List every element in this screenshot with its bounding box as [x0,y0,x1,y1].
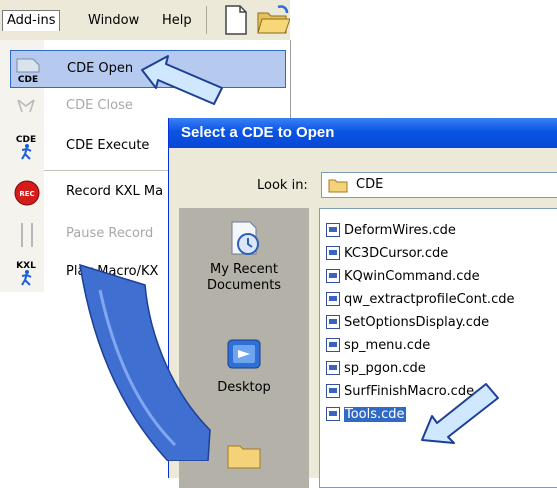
cde-file-icon [326,338,340,352]
recent-documents-icon [231,221,259,255]
menu-window[interactable]: Window [84,11,143,31]
place-my-documents[interactable] [179,434,309,478]
desktop-icon [227,339,261,369]
svg-text:REC: REC [19,190,34,198]
pause-icon [21,223,33,247]
menu-add-ins[interactable]: Add-ins [2,10,61,31]
menu-help[interactable]: Help [158,11,196,31]
new-document-icon[interactable] [218,3,252,37]
dialog-titlebar[interactable]: Select a CDE to Open [169,118,557,148]
cde-file-icon [326,246,340,260]
file-item[interactable]: SetOptionsDisplay.cde [326,313,489,333]
cde-file-icon [326,269,340,283]
menu-item-label: Pause Record [66,226,154,241]
place-label: Desktop [217,380,271,395]
cde-file-icon [326,223,340,237]
file-item[interactable]: KC3DCursor.cde [326,244,448,264]
file-list[interactable]: DeformWires.cde KC3DCursor.cde KQwinComm… [319,208,557,488]
record-icon: REC [14,180,40,206]
menu-item-label: Record KXL Ma [66,184,164,199]
place-label: My Recent Documents [206,262,282,293]
svg-text:CDE: CDE [16,135,36,145]
open-folder-icon[interactable] [256,3,290,37]
place-desktop[interactable]: Desktop [179,336,309,396]
menu-item-label: CDE Open [67,61,134,76]
cde-file-icon [326,407,340,421]
menu-item-label: CDE Close [66,98,133,113]
cde-close-icon [17,99,35,113]
cde-file-icon [326,384,340,398]
menu-item-label: CDE Execute [66,138,150,153]
cde-execute-icon: CDE [16,135,36,160]
svg-text:CDE: CDE [18,75,38,85]
cde-file-icon [326,292,340,306]
file-item[interactable]: qw_extractprofileCont.cde [326,290,514,310]
look-in-dropdown[interactable]: CDE [321,172,557,198]
file-item[interactable]: sp_pgon.cde [326,359,426,379]
file-item[interactable]: SurfFinishMacro.cde [326,382,474,402]
select-cde-dialog: Select a CDE to Open Look in: CDE My Rec… [168,118,557,488]
file-item[interactable]: KQwinCommand.cde [326,267,480,287]
place-my-recent-documents[interactable]: My Recent Documents [179,218,309,294]
file-item[interactable]: sp_menu.cde [326,336,430,356]
menu-bar: Add-ins Window Help [0,0,290,41]
dialog-title: Select a CDE to Open [181,124,335,141]
menu-item-label: Play Macro/KX [66,264,159,279]
svg-text:KXL: KXL [16,261,36,271]
file-item-selected[interactable]: Tools.cde [326,405,406,425]
look-in-label: Look in: [257,178,308,193]
menu-item-cde-open[interactable]: CDE CDE Open [10,50,286,88]
kxl-play-icon: KXL [16,261,36,286]
folder-icon [328,179,348,193]
places-bar: My Recent Documents Desktop [179,208,309,488]
cde-open-icon: CDE [16,58,40,85]
cde-file-icon [326,361,340,375]
folder-icon [227,445,261,469]
cde-file-icon [326,315,340,329]
file-item[interactable]: DeformWires.cde [326,221,456,241]
look-in-value: CDE [356,177,384,192]
toolbar-separator [206,6,207,34]
